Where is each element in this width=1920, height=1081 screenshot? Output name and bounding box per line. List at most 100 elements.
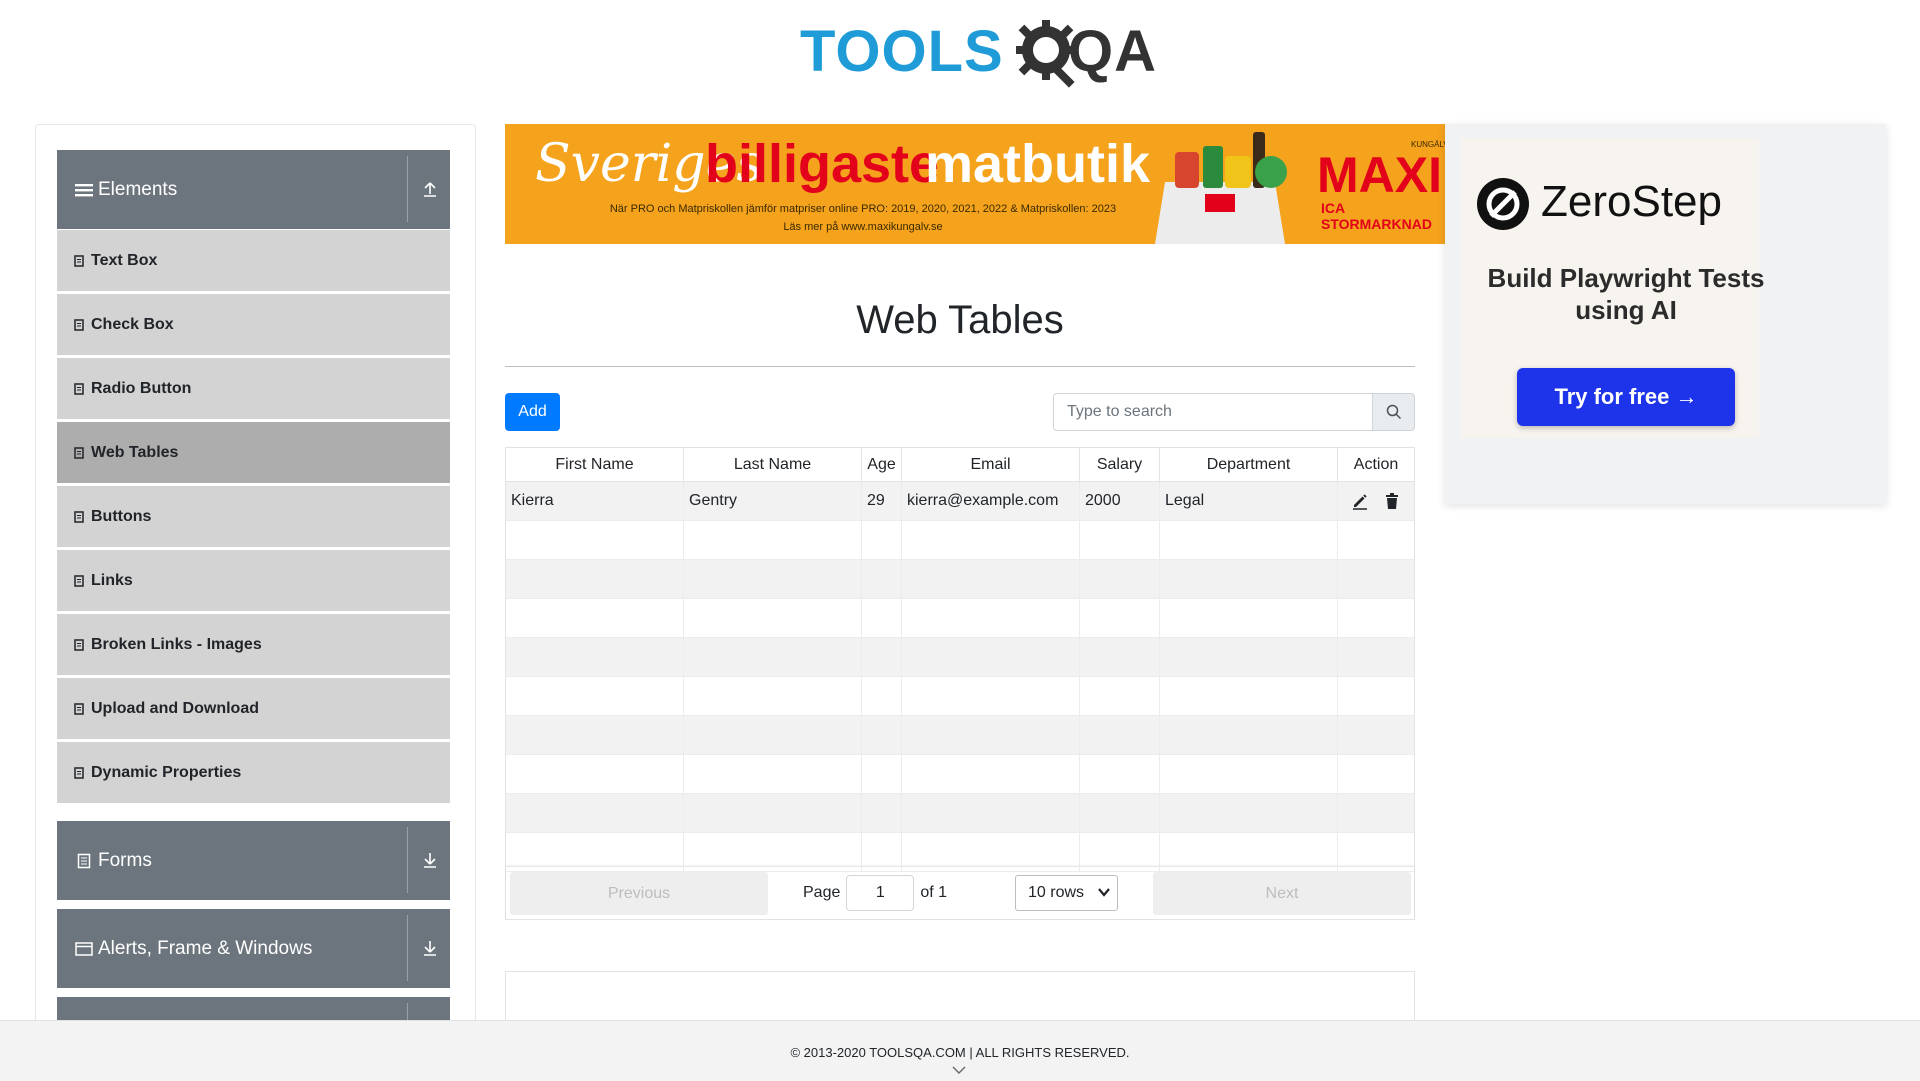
edit-pencil-icon[interactable] [1350,491,1370,511]
document-icon [72,510,86,523]
table-row [506,677,1414,716]
column-header-email[interactable]: Email [902,448,1080,481]
window-icon [74,941,94,957]
empty-cell [1338,755,1414,793]
page-indicator: Page of 1 [803,873,947,913]
try-for-free-button[interactable]: Try for free → [1517,368,1735,426]
column-header-department[interactable]: Department [1160,448,1338,481]
footer: © 2013-2020 TOOLSQA.COM | ALL RIGHTS RES… [0,1020,1920,1081]
logo-text-qa: QA [1068,19,1157,84]
empty-cell [684,755,862,793]
logo-wordmark: TOOLS [800,20,1004,84]
empty-cell [684,521,862,559]
table-header: First Name Last Name Age Email Salary De… [506,448,1414,482]
empty-cell [902,794,1080,832]
sidebar-item-links[interactable]: Links [57,550,450,611]
cell-email: kierra@example.com [902,482,1080,520]
chevron-down-icon[interactable] [951,1065,967,1075]
banner-subtext: När PRO och Matpriskollen jämför matpris… [553,200,1173,236]
table-row [506,716,1414,755]
column-header-first-name[interactable]: First Name [506,448,684,481]
toolsqa-logo[interactable]: TOOLS QA [800,14,1156,94]
group-header-elements[interactable]: Elements [57,150,450,229]
group-header-alerts[interactable]: Alerts, Frame & Windows [57,909,450,988]
banner-brand: MAXI [1317,147,1442,203]
banner-brand-sub: ICA STORMARKNAD [1321,200,1432,232]
rows-per-page-select[interactable]: 10 rows [1015,875,1118,911]
trash-icon[interactable] [1382,491,1402,511]
group-header-forms[interactable]: Forms [57,821,450,900]
previous-button[interactable]: Previous [510,872,768,915]
sidebar-item-check-box[interactable]: Check Box [57,294,450,355]
column-header-action[interactable]: Action [1338,448,1414,481]
document-icon [72,638,86,651]
empty-cell [862,638,902,676]
empty-cell [506,638,684,676]
next-button[interactable]: Next [1153,872,1411,915]
cell-department: Legal [1160,482,1338,520]
document-icon [72,702,86,715]
empty-cell [1160,521,1338,559]
empty-cell [506,560,684,598]
arrow-up-icon[interactable] [419,177,441,201]
empty-cell [902,755,1080,793]
sidebar-item-upload-download[interactable]: Upload and Download [57,678,450,739]
empty-cell [902,716,1080,754]
zerostep-ad[interactable]: ZeroStep Build Playwright Tests using AI… [1445,124,1886,504]
document-icon [72,766,86,779]
empty-cell [902,599,1080,637]
empty-cell [684,794,862,832]
arrow-down-icon[interactable] [419,936,441,960]
column-header-salary[interactable]: Salary [1080,448,1160,481]
banner-subtext-line1: När PRO och Matpriskollen jämför matpris… [609,203,1117,215]
document-icon [72,382,86,395]
empty-cell [506,677,684,715]
page-label: Page [803,884,841,901]
sidebar-item-buttons[interactable]: Buttons [57,486,450,547]
grocery-bag-icon [1155,132,1287,244]
table-row: Kierra Gentry 29 kierra@example.com 2000… [506,482,1414,521]
sidebar-item-label: Links [91,571,133,589]
add-button[interactable]: Add [505,393,560,431]
zerostep-card: ZeroStep Build Playwright Tests using AI… [1461,138,1764,438]
banner-subtext-line2: Läs mer på www.maxikungalv.se [783,221,943,233]
group-label: Elements [98,178,178,200]
empty-cell [862,560,902,598]
table-body: Kierra Gentry 29 kierra@example.com 2000… [506,482,1414,872]
sidebar-item-text-box[interactable]: Text Box [57,230,450,291]
form-icon [74,853,94,869]
column-header-last-name[interactable]: Last Name [684,448,862,481]
chevron-down-icon [1098,888,1110,897]
empty-cell [862,794,902,832]
empty-cell [1080,521,1160,559]
empty-cell [1338,677,1414,715]
sidebar-item-dynamic-properties[interactable]: Dynamic Properties [57,742,450,803]
rows-per-page-value: 10 rows [1028,884,1085,901]
table-row [506,638,1414,677]
sidebar-item-web-tables[interactable]: Web Tables [57,422,450,483]
empty-cell [902,521,1080,559]
empty-cell [862,521,902,559]
empty-cell [506,755,684,793]
sidebar-item-label: Broken Links - Images [91,635,262,653]
cell-action [1338,482,1414,520]
document-icon [72,318,86,331]
sidebar-item-label: Check Box [91,315,174,333]
sidebar-item-radio-button[interactable]: Radio Button [57,358,450,419]
empty-cell [902,560,1080,598]
column-header-age[interactable]: Age [862,448,902,481]
search-input[interactable] [1053,393,1373,431]
sidebar-item-broken-links[interactable]: Broken Links - Images [57,614,450,675]
divider [407,827,408,893]
empty-cell [1338,599,1414,637]
sidebar-item-label: Text Box [91,251,158,269]
divider [407,915,408,981]
arrow-down-icon[interactable] [419,848,441,872]
empty-cell [506,599,684,637]
page-number-input[interactable] [846,875,915,911]
page-total: of 1 [920,884,948,901]
hamburger-icon [74,182,94,198]
empty-cell [862,716,902,754]
search-button[interactable] [1373,393,1415,431]
banner-ad[interactable]: Sveriges billigaste matbutik När PRO och… [505,124,1445,244]
